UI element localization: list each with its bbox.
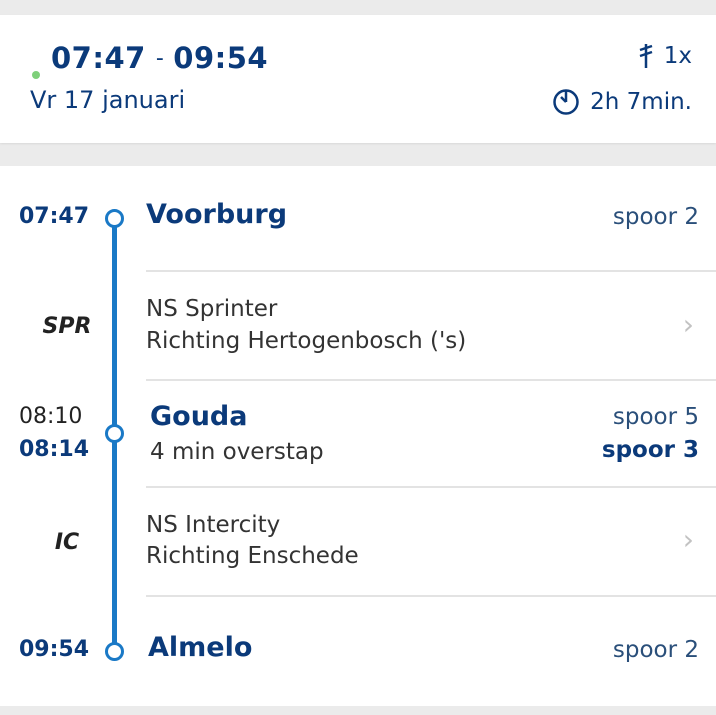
realtime-status-dot: [32, 71, 40, 79]
transfer-departure-time: 08:14: [19, 437, 90, 462]
trip-duration: 2h 7min.: [552, 88, 692, 116]
transfer-stop-node: [105, 424, 124, 443]
train-direction: Richting Enschede: [146, 543, 359, 569]
journey-details-card: 07:47 Voorburg spoor 2 SPR NS Sprinter R…: [0, 166, 716, 706]
trip-summary-card: 07:47-09:54 Vr 17 januari 1x 2h 7min.: [0, 15, 716, 143]
transfer-time-note: 4 min overstap: [150, 439, 324, 465]
trip-date: Vr 17 januari: [30, 86, 186, 114]
destination-platform: spoor 2: [612, 637, 699, 663]
transfer-departure-platform: spoor 3: [601, 437, 699, 463]
divider: [146, 270, 716, 272]
origin-platform: spoor 2: [612, 204, 699, 230]
destination-stop-node: [105, 642, 124, 661]
train-name: NS Sprinter: [146, 296, 278, 322]
transfer-station: Gouda: [150, 401, 248, 432]
divider: [146, 595, 716, 597]
origin-time: 07:47: [19, 204, 90, 229]
divider: [146, 379, 716, 381]
origin-station: Voorburg: [146, 199, 288, 230]
transfer-count: 1x: [638, 43, 692, 69]
transfer-walk-icon: [639, 44, 653, 68]
trip-duration-label: 2h 7min.: [590, 89, 692, 115]
chevron-right-icon: ›: [682, 523, 694, 556]
origin-stop-node: [105, 209, 124, 228]
destination-station: Almelo: [148, 632, 253, 663]
chevron-right-icon: ›: [682, 308, 694, 341]
divider: [146, 486, 716, 488]
transfer-count-label: 1x: [663, 43, 692, 69]
time-separator: -: [155, 46, 165, 71]
transfer-arrival-platform: spoor 5: [612, 404, 699, 430]
trip-times: 07:47-09:54: [51, 41, 268, 75]
destination-time: 09:54: [19, 637, 90, 662]
transfer-arrival-time: 08:10: [19, 404, 83, 429]
train-type-badge: SPR: [42, 314, 92, 339]
timer-icon: [553, 89, 579, 115]
train-name: NS Intercity: [146, 512, 281, 538]
train-direction: Richting Hertogenbosch ('s): [146, 328, 467, 354]
train-type-badge: IC: [54, 530, 80, 555]
arrival-time: 09:54: [173, 41, 269, 75]
departure-time: 07:47: [51, 41, 146, 75]
